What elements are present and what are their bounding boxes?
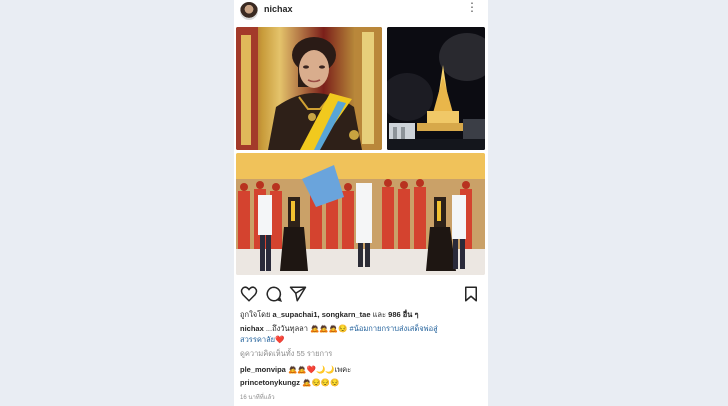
caption-text: ...ถึงวันทุลลา [263, 324, 308, 333]
photo-portrait[interactable] [236, 27, 382, 150]
caption-hashtag-cont[interactable]: สวรรคาลัย [240, 335, 275, 344]
post-actions [234, 283, 488, 305]
post-header: nichax ⋮ [234, 0, 488, 22]
comment-text: 🙇🙇❤️🌙🌙เพคะ [287, 365, 352, 374]
portrait-illustration [236, 27, 382, 150]
more-vertical-icon[interactable]: ⋮ [466, 1, 478, 13]
likes-count[interactable]: 986 อื่น ๆ [388, 310, 418, 319]
comment-username[interactable]: princetonykungz [240, 378, 300, 387]
likes-and: และ [372, 310, 387, 319]
procession-illustration [236, 153, 485, 275]
heart-icon[interactable] [240, 285, 258, 303]
caption-emoji: 🙇🙇🙇😔 [310, 324, 348, 333]
post-username[interactable]: nichax [264, 4, 293, 14]
bookmark-icon[interactable] [462, 285, 480, 303]
caption-line-2: สวรรคาลัย❤️ [240, 334, 284, 346]
avatar[interactable] [240, 2, 258, 20]
caption-heart: ❤️ [275, 335, 285, 344]
likers[interactable]: a_supachai1, songkarn_tae [273, 310, 371, 319]
comment-text: 🙇😔😔😔 [302, 378, 340, 387]
post-timestamp: 16 นาทีที่แล้ว [240, 395, 275, 401]
comment-icon[interactable] [265, 285, 283, 303]
comment-item: princetonykungz 🙇😔😔😔 [240, 378, 339, 387]
view-comments-link[interactable]: ดูความคิดเห็นทั้ง 55 รายการ [240, 348, 332, 360]
send-icon[interactable] [289, 285, 307, 303]
instagram-post: nichax ⋮ ถูกใจโดย a_supachai1, songkarn_… [234, 0, 488, 406]
caption-username[interactable]: nichax [240, 324, 264, 333]
photo-procession[interactable] [236, 153, 485, 275]
comment-username[interactable]: ple_monvipa [240, 365, 286, 374]
likes-line: ถูกใจโดย a_supachai1, songkarn_tae และ 9… [240, 309, 419, 321]
photo-pavilion-night[interactable] [387, 27, 485, 150]
pavilion-illustration [387, 27, 485, 150]
comment-item: ple_monvipa 🙇🙇❤️🌙🌙เพคะ [240, 364, 351, 376]
likes-prefix: ถูกใจโดย [240, 310, 271, 319]
caption-hashtag[interactable]: #น้อมกายกราบส่งเสด็จพ่อสู่ [350, 324, 438, 333]
